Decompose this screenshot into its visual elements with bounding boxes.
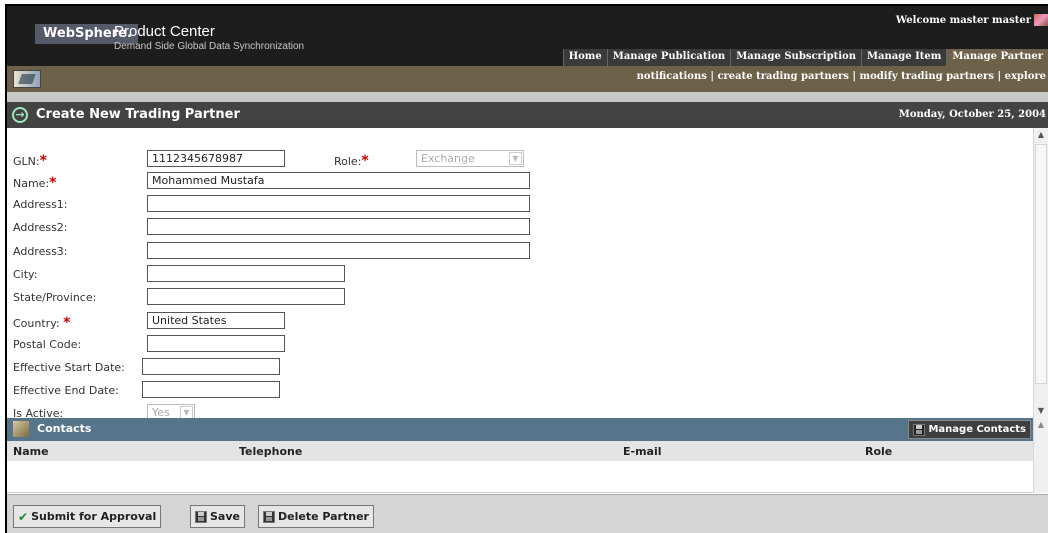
effective-start-date-label: Effective Start Date: — [13, 361, 125, 374]
contacts-table-body — [7, 461, 1033, 493]
postal-code-label: Postal Code: — [13, 338, 82, 351]
role-select[interactable]: Exchange ▼ — [416, 150, 524, 167]
save-button[interactable]: Save — [190, 505, 245, 528]
contacts-header: Contacts Manage Contacts — [7, 418, 1033, 441]
country-input[interactable]: United States — [147, 312, 285, 329]
start-date-row: Effective Start Date: — [7, 358, 1007, 378]
gln-input[interactable]: 1112345678987 — [147, 150, 285, 167]
city-row: City: — [7, 265, 1007, 285]
column-name: Name — [13, 445, 49, 458]
scroll-up-icon[interactable]: ▲ — [1034, 418, 1048, 432]
contacts-scrollbar[interactable]: ▲ — [1033, 418, 1048, 493]
effective-end-date-label: Effective End Date: — [13, 384, 119, 397]
subnav-links: notifications | create trading partners … — [636, 71, 1046, 82]
country-label: Country: * — [13, 315, 71, 331]
tab-home[interactable]: Home — [562, 49, 607, 66]
current-date: Monday, October 25, 2004 — [898, 109, 1046, 120]
tab-manage-item[interactable]: Manage Item — [860, 49, 947, 66]
column-email: E-mail — [623, 445, 662, 458]
welcome-message: Welcome master master — [896, 14, 1048, 26]
address3-row: Address3: — [7, 242, 1007, 262]
header-divider — [7, 92, 1048, 102]
disk-icon — [195, 510, 207, 523]
form-scrollbar[interactable]: ▲ ▼ — [1033, 128, 1048, 418]
scroll-down-icon[interactable]: ▼ — [1034, 404, 1048, 418]
gln-row: GLN:* 1112345678987 Role:* Exchange ▼ — [7, 150, 1007, 170]
partner-icon — [13, 70, 41, 88]
contacts-icon — [13, 421, 29, 437]
link-notifications[interactable]: notifications — [637, 71, 707, 82]
state-label: State/Province: — [13, 291, 97, 304]
required-mark: * — [63, 315, 71, 331]
is-active-select[interactable]: Yes ▼ — [147, 404, 195, 418]
gln-label: GLN:* — [13, 153, 47, 169]
link-explore[interactable]: explore — [1005, 71, 1046, 82]
contacts-table-header: Name Telephone E-mail Role — [7, 441, 1033, 461]
chevron-down-icon: ▼ — [180, 406, 193, 418]
name-row: Name:* Mohammed Mustafa — [7, 172, 1007, 192]
postal-row: Postal Code: — [7, 335, 1007, 355]
page-title-bar: → Create New Trading Partner Monday, Oct… — [7, 102, 1048, 128]
country-row: Country: * United States — [7, 312, 1007, 332]
user-avatar-icon — [1034, 14, 1048, 26]
link-create-trading-partners[interactable]: create trading partners — [717, 71, 848, 82]
product-title: Product Center — [114, 23, 215, 40]
delete-partner-button[interactable]: Delete Partner — [258, 505, 374, 528]
address1-row: Address1: — [7, 195, 1007, 215]
role-label: Role:* — [334, 153, 369, 169]
sub-navigation: notifications | create trading partners … — [7, 66, 1048, 92]
disk-icon — [263, 510, 275, 523]
effective-end-date-input[interactable] — [142, 381, 280, 398]
page-title: Create New Trading Partner — [36, 107, 240, 122]
app-window: WebSphere. Product Center Demand Side Gl… — [5, 4, 1048, 533]
is-active-label: Is Active: — [13, 407, 64, 418]
address2-row: Address2: — [7, 218, 1007, 238]
active-row: Is Active: Yes ▼ — [7, 404, 1007, 418]
state-input[interactable] — [147, 288, 345, 305]
postal-code-input[interactable] — [147, 335, 285, 352]
top-header: WebSphere. Product Center Demand Side Gl… — [7, 6, 1048, 66]
main-tabs: Home Manage Publication Manage Subscript… — [562, 49, 1048, 66]
address3-label: Address3: — [13, 245, 68, 258]
state-row: State/Province: — [7, 288, 1007, 308]
address1-input[interactable] — [147, 195, 530, 212]
column-telephone: Telephone — [239, 445, 303, 458]
manage-contacts-button[interactable]: Manage Contacts — [908, 420, 1031, 439]
required-mark: * — [361, 153, 369, 169]
column-role: Role — [865, 445, 893, 458]
tab-manage-partner[interactable]: Manage Partner — [946, 49, 1048, 66]
tab-manage-publication[interactable]: Manage Publication — [606, 49, 731, 66]
effective-start-date-input[interactable] — [142, 358, 280, 375]
arrow-circle-icon: → — [12, 107, 28, 123]
scrollbar-thumb[interactable] — [1035, 144, 1047, 384]
address1-label: Address1: — [13, 198, 68, 211]
name-input[interactable]: Mohammed Mustafa — [147, 172, 530, 189]
address2-label: Address2: — [13, 221, 68, 234]
link-modify-trading-partners[interactable]: modify trading partners — [860, 71, 994, 82]
end-date-row: Effective End Date: — [7, 381, 1007, 401]
city-input[interactable] — [147, 265, 345, 282]
required-mark: * — [39, 153, 47, 169]
required-mark: * — [49, 175, 57, 191]
address2-input[interactable] — [147, 218, 530, 235]
submit-for-approval-button[interactable]: ✔ Submit for Approval — [13, 505, 162, 528]
city-label: City: — [13, 268, 38, 281]
action-bar: ✔ Submit for Approval Save Delete Partne… — [7, 494, 1048, 533]
address3-input[interactable] — [147, 242, 530, 259]
chevron-down-icon: ▼ — [509, 152, 522, 165]
disk-icon — [913, 423, 926, 436]
contacts-title: Contacts — [37, 422, 92, 435]
scroll-up-icon[interactable]: ▲ — [1034, 128, 1048, 142]
tab-manage-subscription[interactable]: Manage Subscription — [730, 49, 861, 66]
product-subtitle: Demand Side Global Data Synchronization — [114, 41, 305, 52]
checkmark-icon: ✔ — [18, 509, 29, 524]
partner-form: GLN:* 1112345678987 Role:* Exchange ▼ Nam… — [7, 128, 1033, 418]
name-label: Name:* — [13, 175, 57, 191]
